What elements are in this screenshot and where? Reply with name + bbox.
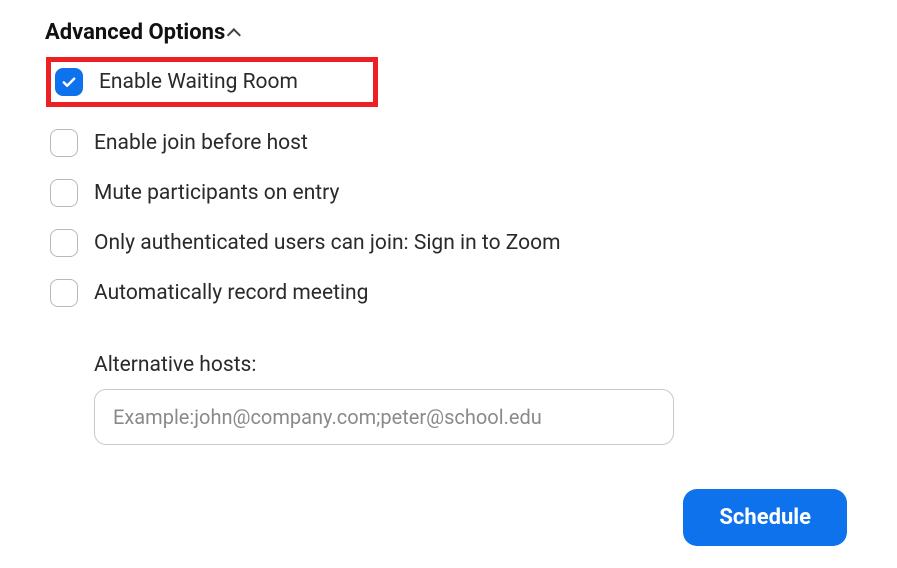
label-waiting-room: Enable Waiting Room [99,70,298,94]
advanced-options-toggle[interactable]: Advanced Options [45,20,852,45]
options-list: Enable Waiting Room Enable join before h… [45,57,852,445]
label-auto-record: Automatically record meeting [94,281,368,305]
label-join-before-host: Enable join before host [94,131,308,155]
chevron-up-icon [227,28,241,42]
checkbox-mute-on-entry[interactable] [50,179,78,207]
alternative-hosts-input[interactable] [94,389,674,445]
label-auth-only: Only authenticated users can join: Sign … [94,231,561,255]
option-join-before-host: Enable join before host [50,129,852,157]
option-mute-on-entry: Mute participants on entry [50,179,852,207]
option-auto-record: Automatically record meeting [50,279,852,307]
label-mute-on-entry: Mute participants on entry [94,181,339,205]
footer: Schedule [45,489,852,546]
schedule-button[interactable]: Schedule [683,489,847,546]
highlighted-option-waiting-room: Enable Waiting Room [46,57,378,107]
checkbox-auth-only[interactable] [50,229,78,257]
checkmark-icon [60,73,78,91]
checkbox-auto-record[interactable] [50,279,78,307]
checkbox-join-before-host[interactable] [50,129,78,157]
option-auth-only: Only authenticated users can join: Sign … [50,229,852,257]
alternative-hosts-section: Alternative hosts: [94,353,852,445]
alternative-hosts-label: Alternative hosts: [94,353,852,377]
section-title: Advanced Options [45,20,225,45]
checkbox-waiting-room[interactable] [55,68,83,96]
